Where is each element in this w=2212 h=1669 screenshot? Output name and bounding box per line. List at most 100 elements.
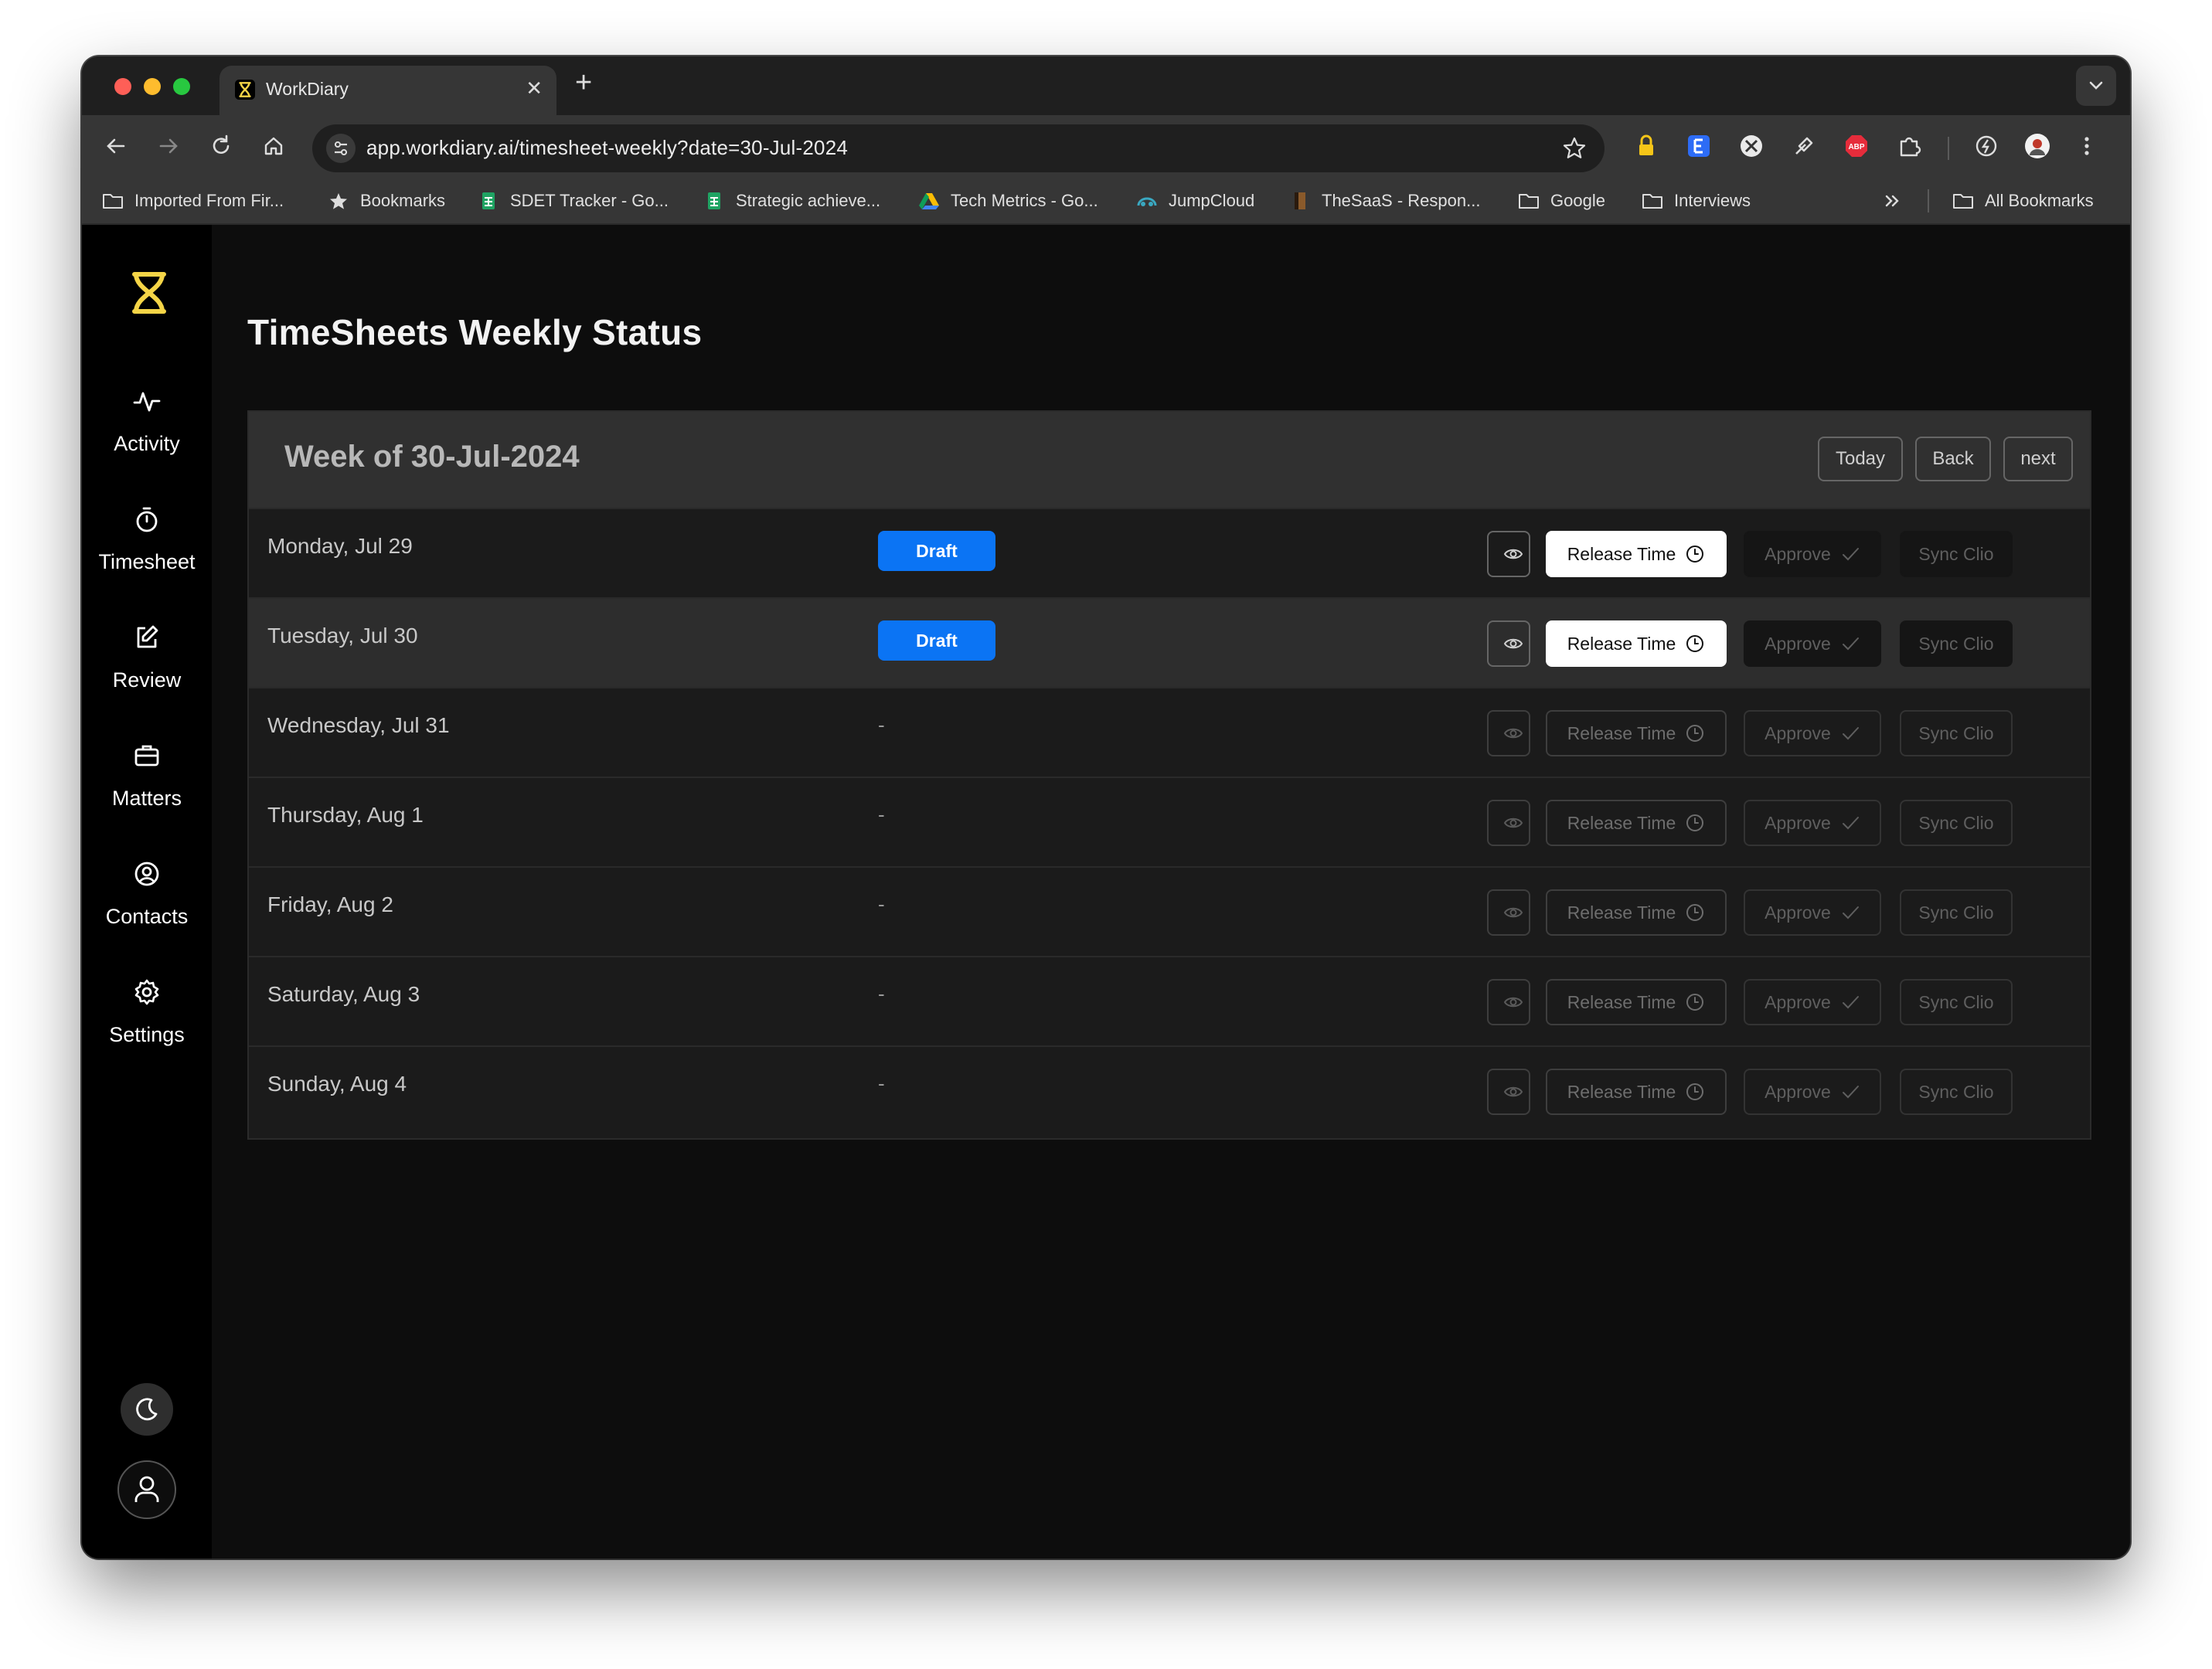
bookmark-strategic[interactable]: Strategic achieve...	[703, 189, 880, 212]
new-tab-button[interactable]: +	[575, 67, 592, 98]
reload-icon[interactable]	[206, 131, 237, 161]
address-bar[interactable]: app.workdiary.ai/timesheet-weekly?date=3…	[312, 124, 1605, 172]
sync-clio-button[interactable]: Sync Clio	[1900, 979, 2013, 1025]
eye-icon	[1503, 907, 1523, 918]
site-settings-icon[interactable]	[326, 134, 356, 163]
approve-button[interactable]: Approve	[1744, 1069, 1881, 1115]
view-day-button[interactable]	[1487, 800, 1530, 846]
sidebar-item-settings[interactable]: Settings	[82, 977, 212, 1085]
browser-tab[interactable]: WorkDiary ✕	[219, 66, 556, 115]
bookmark-interviews[interactable]: Interviews	[1642, 189, 1751, 212]
back-arrow-icon[interactable]	[100, 131, 131, 161]
approve-button[interactable]: Approve	[1744, 620, 1881, 667]
approve-label: Approve	[1764, 633, 1831, 654]
close-window-button[interactable]	[114, 78, 131, 95]
jumpcloud-icon	[1137, 197, 1157, 206]
eye-icon	[1503, 818, 1523, 828]
release-time-button[interactable]: Release Time	[1546, 979, 1727, 1025]
extension-e-icon[interactable]	[1685, 132, 1713, 160]
sidebar-item-contacts[interactable]: Contacts	[82, 858, 212, 967]
clock-icon	[1686, 546, 1704, 563]
user-icon	[134, 1476, 159, 1502]
forward-arrow-icon[interactable]	[153, 131, 184, 161]
next-button[interactable]: next	[2003, 437, 2073, 481]
eye-icon	[1503, 549, 1523, 559]
profile-avatar-icon[interactable]	[2023, 132, 2051, 160]
sync-clio-button[interactable]: Sync Clio	[1900, 800, 2013, 846]
sidebar-item-label: Contacts	[105, 905, 189, 928]
more-menu-icon[interactable]	[2073, 132, 2101, 160]
sidebar-item-activity[interactable]: Activity	[82, 386, 212, 494]
sheets-icon	[708, 192, 720, 209]
eyedropper-icon[interactable]	[1790, 132, 1818, 160]
today-button[interactable]: Today	[1818, 437, 1903, 481]
folder-icon	[103, 194, 123, 209]
all-bookmarks-button[interactable]: All Bookmarks	[1952, 189, 2094, 212]
tab-search-button[interactable]	[2076, 66, 2116, 106]
day-row: Sunday, Aug 4 - Release Time Approve Syn…	[249, 1045, 2090, 1135]
bookmark-bookmarks[interactable]: Bookmarks	[328, 189, 445, 212]
bookmark-google[interactable]: Google	[1518, 189, 1605, 212]
release-time-button[interactable]: Release Time	[1546, 710, 1727, 756]
home-icon[interactable]	[258, 131, 289, 161]
sync-clio-button[interactable]: Sync Clio	[1900, 889, 2013, 936]
approve-button[interactable]: Approve	[1744, 710, 1881, 756]
bookmark-jumpcloud[interactable]: JumpCloud	[1136, 189, 1254, 212]
tab-title: WorkDiary	[266, 79, 349, 99]
maximize-window-button[interactable]	[173, 78, 190, 95]
bookmarks-overflow-button[interactable]	[1883, 189, 1903, 212]
sidebar-item-review[interactable]: Review	[82, 622, 212, 730]
stopwatch-icon	[136, 507, 158, 532]
approve-button[interactable]: Approve	[1744, 979, 1881, 1025]
sync-clio-button[interactable]: Sync Clio	[1900, 1069, 2013, 1115]
view-day-button[interactable]	[1487, 979, 1530, 1025]
sidebar-item-label: Activity	[114, 432, 180, 455]
day-row: Thursday, Aug 1 - Release Time Approve S…	[249, 777, 2090, 866]
performance-icon[interactable]	[1972, 132, 2000, 160]
approve-button[interactable]: Approve	[1744, 531, 1881, 577]
approve-button[interactable]: Approve	[1744, 889, 1881, 936]
draft-status-badge[interactable]: Draft	[878, 531, 995, 571]
bookmarks-bar: Imported From Fir... Bookmarks SDET Trac…	[82, 178, 2130, 225]
user-circle-icon	[134, 862, 159, 886]
day-label: Wednesday, Jul 31	[267, 713, 450, 737]
clock-icon	[1686, 635, 1704, 652]
view-day-button[interactable]	[1487, 1069, 1530, 1115]
bookmark-thesaas[interactable]: TheSaaS - Respon...	[1289, 189, 1480, 212]
view-day-button[interactable]	[1487, 620, 1530, 667]
bookmark-tech-metrics[interactable]: Tech Metrics - Go...	[918, 189, 1098, 212]
view-day-button[interactable]	[1487, 889, 1530, 936]
draft-status-badge[interactable]: Draft	[878, 620, 995, 661]
approve-button[interactable]: Approve	[1744, 800, 1881, 846]
password-lock-icon[interactable]	[1632, 132, 1660, 160]
extensions-puzzle-icon[interactable]	[1895, 132, 1923, 160]
release-time-button[interactable]: Release Time	[1546, 531, 1727, 577]
release-time-button[interactable]: Release Time	[1546, 1069, 1727, 1115]
release-time-button[interactable]: Release Time	[1546, 800, 1727, 846]
activity-icon	[133, 392, 161, 412]
user-profile-button[interactable]	[117, 1460, 176, 1519]
sidebar-item-matters[interactable]: Matters	[82, 740, 212, 848]
release-time-button[interactable]: Release Time	[1546, 620, 1727, 667]
release-time-button[interactable]: Release Time	[1546, 889, 1727, 936]
bookmark-sdet-tracker[interactable]: SDET Tracker - Go...	[478, 189, 669, 212]
adblock-plus-icon[interactable]: ABP	[1843, 132, 1870, 160]
extension-x-icon[interactable]	[1737, 132, 1765, 160]
back-button[interactable]: Back	[1915, 437, 1991, 481]
day-row: Wednesday, Jul 31 - Release Time Approve…	[249, 687, 2090, 777]
approve-label: Approve	[1764, 722, 1831, 743]
sidebar-item-timesheet[interactable]: Timesheet	[82, 504, 212, 612]
close-tab-icon[interactable]: ✕	[526, 76, 543, 100]
url-text: app.workdiary.ai/timesheet-weekly?date=3…	[366, 136, 849, 159]
bookmark-imported[interactable]: Imported From Fir...	[102, 189, 284, 212]
theme-toggle-button[interactable]	[121, 1383, 173, 1436]
view-day-button[interactable]	[1487, 531, 1530, 577]
bookmark-star-icon[interactable]	[1561, 135, 1588, 161]
sync-clio-button[interactable]: Sync Clio	[1900, 531, 2013, 577]
minimize-window-button[interactable]	[144, 78, 161, 95]
view-day-button[interactable]	[1487, 710, 1530, 756]
sync-clio-button[interactable]: Sync Clio	[1900, 710, 2013, 756]
check-icon	[1842, 637, 1859, 651]
workdiary-logo-icon[interactable]	[128, 270, 170, 316]
sync-clio-button[interactable]: Sync Clio	[1900, 620, 2013, 667]
